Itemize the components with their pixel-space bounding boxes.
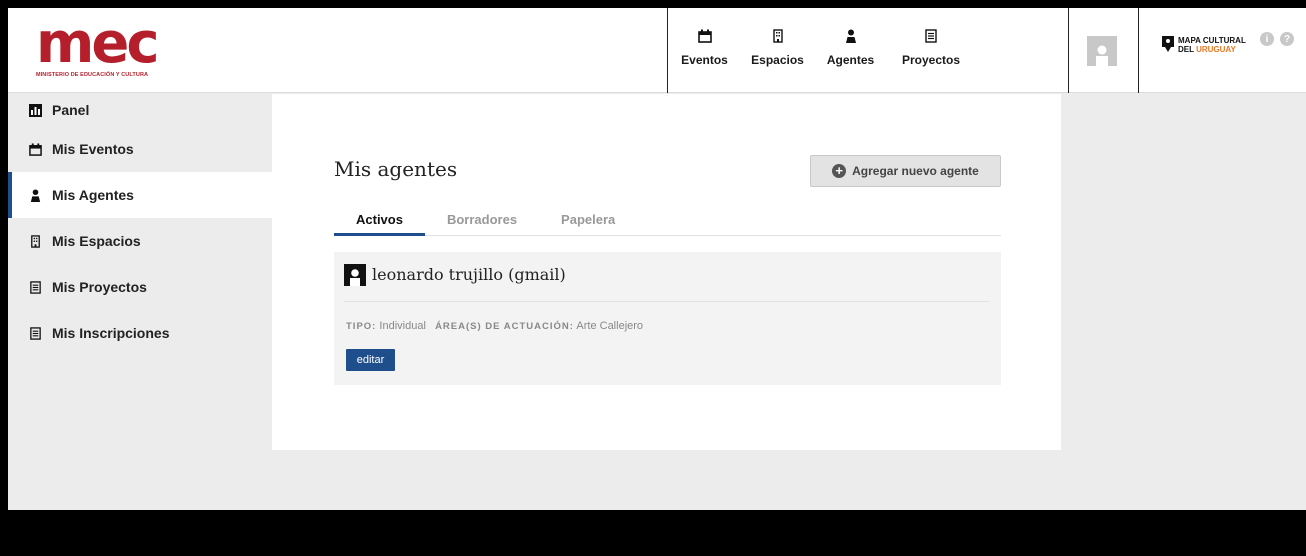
agent-card-header: leonardo trujillo (gmail) <box>344 264 989 302</box>
app-window: mec MINISTERIO DE EDUCACIÓN Y CULTURA Ev… <box>8 8 1306 510</box>
map-pin-icon <box>1162 36 1174 52</box>
page-title: Mis agentes <box>334 157 458 181</box>
help-icons: i ? <box>1260 32 1294 46</box>
sidebar-item-mis-espacios[interactable]: Mis Espacios <box>8 218 272 264</box>
agent-card: leonardo trujillo (gmail) TIPO: Individu… <box>334 252 1001 385</box>
area-key: ÁREA(S) DE ACTUACIÓN: <box>435 321 574 332</box>
main-nav: Eventos Espacios Agentes Proyectos <box>667 8 975 93</box>
tipo-value: Individual <box>379 320 426 332</box>
top-header: mec MINISTERIO DE EDUCACIÓN Y CULTURA Ev… <box>8 8 1306 93</box>
nav-agentes[interactable]: Agentes <box>814 8 887 93</box>
add-agent-button[interactable]: + Agregar nuevo agente <box>810 155 1001 187</box>
sidebar-item-label: Mis Proyectos <box>52 279 147 295</box>
mec-logo[interactable]: mec MINISTERIO DE EDUCACIÓN Y CULTURA <box>36 11 176 82</box>
brand-line2b: URUGUAY <box>1196 45 1236 54</box>
sidebar-item-mis-eventos[interactable]: Mis Eventos <box>8 126 272 172</box>
brand-line2: DEL URUGUAY <box>1178 45 1246 54</box>
calendar-icon <box>697 28 713 44</box>
nav-espacios[interactable]: Espacios <box>741 8 814 93</box>
nav-label: Agentes <box>826 53 875 67</box>
tab-papelera[interactable]: Papelera <box>539 201 637 236</box>
logo-word: mec <box>36 11 160 76</box>
agent-tabs: Activos Borradores Papelera <box>334 201 1001 236</box>
person-icon <box>28 188 42 202</box>
sidebar-item-label: Mis Espacios <box>52 233 141 249</box>
sidebar-item-panel[interactable]: Panel <box>8 94 272 126</box>
agent-meta: TIPO: Individual ÁREA(S) DE ACTUACIÓN: A… <box>346 320 643 332</box>
sidebar-item-mis-agentes[interactable]: Mis Agentes <box>8 172 272 218</box>
sidebar-item-label: Mis Eventos <box>52 141 134 157</box>
sidebar-item-label: Mis Agentes <box>52 187 134 203</box>
mapa-cultural-logo[interactable]: MAPA CULTURAL DEL URUGUAY <box>1162 36 1246 54</box>
agent-name-link[interactable]: leonardo trujillo (gmail) <box>372 264 566 286</box>
add-agent-label: Agregar nuevo agente <box>852 164 979 178</box>
sidebar-item-label: Mis Inscripciones <box>52 325 170 341</box>
question-icon[interactable]: ? <box>1280 32 1294 46</box>
user-avatar[interactable] <box>1087 36 1117 66</box>
brand-line2a: DEL <box>1178 45 1194 54</box>
info-icon[interactable]: i <box>1260 32 1274 46</box>
nav-label: Espacios <box>751 53 804 67</box>
sidebar: Panel Mis Eventos Mis Agentes Mis Espaci… <box>8 94 272 386</box>
document-icon <box>28 326 42 340</box>
panel-icon <box>28 103 42 117</box>
calendar-icon <box>28 142 42 156</box>
brand-line1: MAPA CULTURAL <box>1178 36 1246 45</box>
main-content: Mis agentes + Agregar nuevo agente Activ… <box>272 94 1061 450</box>
plus-circle-icon: + <box>832 164 847 178</box>
sidebar-item-label: Panel <box>52 102 90 118</box>
nav-proyectos[interactable]: Proyectos <box>887 8 975 93</box>
building-icon <box>770 28 786 44</box>
agent-avatar-icon <box>344 264 366 286</box>
sidebar-item-mis-proyectos[interactable]: Mis Proyectos <box>8 264 272 310</box>
tab-borradores[interactable]: Borradores <box>425 201 539 236</box>
tab-activos[interactable]: Activos <box>334 201 425 236</box>
nav-eventos[interactable]: Eventos <box>668 8 741 93</box>
area-value: Arte Callejero <box>576 320 644 332</box>
sidebar-item-mis-inscripciones[interactable]: Mis Inscripciones <box>8 310 272 356</box>
nav-label: Eventos <box>681 53 728 67</box>
document-icon <box>923 28 939 44</box>
tipo-key: TIPO: <box>346 321 377 332</box>
nav-label: Proyectos <box>901 53 961 67</box>
header-divider <box>1068 8 1069 93</box>
document-icon <box>28 280 42 294</box>
header-divider <box>1138 8 1139 93</box>
building-icon <box>28 234 42 248</box>
person-icon <box>843 28 859 44</box>
edit-button[interactable]: editar <box>346 349 395 371</box>
brand-text: MAPA CULTURAL DEL URUGUAY <box>1178 36 1246 54</box>
